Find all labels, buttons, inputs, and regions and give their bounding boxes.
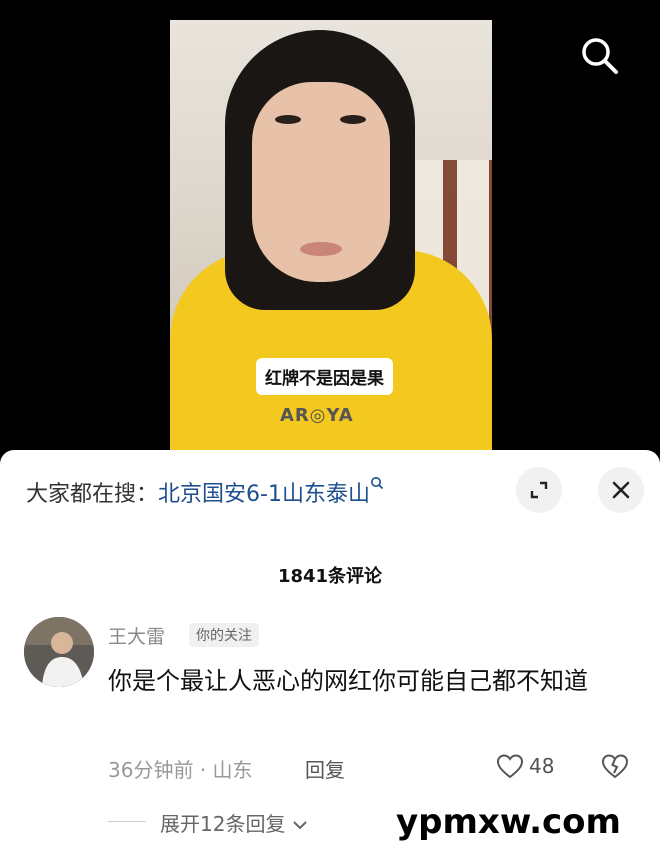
avatar[interactable] [24, 617, 94, 687]
right-eye [340, 115, 366, 124]
mini-search-icon [370, 477, 384, 490]
following-badge: 你的关注 [189, 623, 259, 647]
comment-meta: 36分钟前 · 山东 [108, 758, 253, 782]
watermark: ypmxw.com [396, 802, 621, 842]
hot-search-prefix: 大家都在搜： [26, 482, 159, 507]
comment-text: 你是个最让人恶心的网红你可能自己都不知道 [108, 667, 588, 695]
close-button[interactable] [598, 467, 644, 513]
left-eye [275, 115, 301, 124]
expand-replies-label: 展开12条回复 [160, 812, 286, 836]
close-icon [612, 481, 630, 499]
expand-replies-button[interactable]: 展开12条回复 [160, 808, 308, 837]
expand-divider [108, 821, 146, 822]
shirt-logo-text: AR◎YA [280, 405, 354, 426]
comment-username[interactable]: 王大雷 [108, 622, 165, 649]
comment-count: 1841条评论 [277, 566, 383, 587]
like-count: 48 [529, 754, 555, 778]
comment-sheet: 大家都在搜：北京国安6-1山东泰山 1841条评论 王大雷 你的关注 你是个最让… [0, 450, 660, 858]
mouth [300, 242, 342, 256]
video-caption: 红牌不是因是果 [256, 358, 393, 395]
hot-search-term[interactable]: 北京国安6-1山东泰山 [158, 482, 370, 507]
expand-icon [530, 481, 548, 499]
video-player[interactable]: AR◎YA 红牌不是因是果 [0, 0, 660, 450]
heart-icon[interactable] [495, 751, 525, 781]
reply-button[interactable]: 回复 [305, 754, 345, 783]
expand-button[interactable] [516, 467, 562, 513]
avatar-image [24, 617, 94, 687]
dislike-heart-icon[interactable] [600, 751, 630, 781]
hot-search-bar[interactable]: 大家都在搜：北京国安6-1山东泰山 [26, 476, 384, 508]
chevron-down-icon [293, 821, 307, 830]
search-icon[interactable] [578, 34, 620, 76]
